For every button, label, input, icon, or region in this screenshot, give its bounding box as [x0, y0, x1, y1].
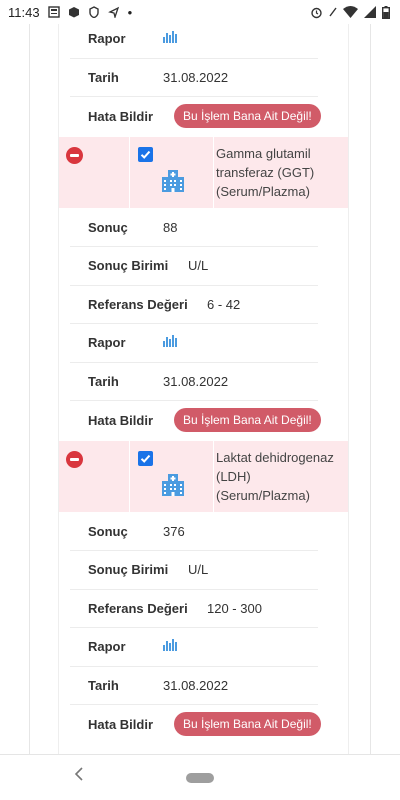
remove-icon[interactable] — [66, 146, 83, 164]
back-chevron-icon[interactable] — [74, 767, 84, 781]
sonuc-birimi-row: Sonuç Birimi U/L — [70, 247, 318, 286]
row-label: Tarih — [88, 373, 119, 389]
test-name-line: (Serum/Plazma) — [216, 183, 310, 199]
rapor-row: Rapor — [70, 24, 318, 59]
hata-bildir-row: Hata Bildir Bu İşlem Bana Ait Değil! — [70, 401, 321, 440]
hata-bildir-row: Hata Bildir Bu İşlem Bana Ait Değil! — [70, 97, 321, 136]
row-label: Hata Bildir — [88, 716, 154, 732]
signal-icon — [364, 6, 376, 18]
row-label: Referans Değeri — [88, 296, 188, 312]
hospital-building-icon — [162, 473, 184, 496]
vpn-icon — [88, 6, 99, 18]
unit-value: U/L — [188, 258, 209, 274]
news-icon — [47, 6, 60, 18]
results-page: Rapor Tarih 31.08.2022 Hata Bildir Bu İş… — [0, 24, 400, 754]
test-header-ggt: Gamma glutamil transferaz (GGT) (Serum/P… — [59, 136, 348, 208]
rapor-row: Rapor — [70, 628, 318, 667]
sonuc-row: Sonuç 376 — [70, 513, 318, 551]
battery-icon — [382, 5, 390, 19]
test-name-line: Laktat dehidrogenaz — [216, 449, 334, 465]
date-value: 31.08.2022 — [163, 69, 229, 85]
test-name-line: Gamma glutamil — [216, 145, 311, 161]
row-label: Sonuç — [88, 219, 128, 235]
home-pill[interactable] — [186, 773, 214, 783]
test-name: Gamma glutamil transferaz (GGT) (Serum/P… — [214, 137, 348, 208]
row-label: Sonuç Birimi — [88, 562, 169, 578]
row-label: Rapor — [88, 31, 126, 47]
date-value: 31.08.2022 — [163, 677, 229, 693]
alarm-icon — [311, 7, 322, 18]
data-saver-icon — [329, 7, 337, 17]
unit-value: U/L — [188, 562, 209, 578]
location-off-icon — [107, 6, 119, 18]
rapor-row: Rapor — [70, 324, 318, 363]
row-label: Rapor — [88, 639, 126, 655]
test-name: Laktat dehidrogenaz (LDH) (Serum/Plazma) — [214, 441, 348, 512]
remove-icon[interactable] — [66, 450, 83, 468]
results-list: Rapor Tarih 31.08.2022 Hata Bildir Bu İş… — [0, 24, 400, 744]
package-icon — [68, 7, 79, 18]
date-value: 31.08.2022 — [163, 373, 229, 389]
row-label: Hata Bildir — [88, 108, 154, 124]
test-name-line: (LDH) — [216, 468, 251, 484]
row-label: Sonuç — [88, 523, 128, 539]
referans-row: Referans Değeri 120 - 300 — [70, 590, 318, 628]
row-label: Sonuç Birimi — [88, 258, 169, 274]
row-label: Rapor — [88, 335, 126, 351]
row-label: Tarih — [88, 69, 119, 85]
tarih-row: Tarih 31.08.2022 — [70, 667, 318, 705]
tarih-row: Tarih 31.08.2022 — [70, 59, 318, 97]
result-value: 376 — [163, 523, 185, 539]
test-name-line: transferaz (GGT) — [216, 164, 315, 180]
test-name-line: (Serum/Plazma) — [216, 487, 310, 503]
referans-row: Referans Değeri 6 - 42 — [70, 286, 318, 324]
sonuc-birimi-row: Sonuç Birimi U/L — [70, 551, 318, 590]
test-header-ldh: Laktat dehidrogenaz (LDH) (Serum/Plazma) — [59, 440, 348, 512]
sonuc-row: Sonuç 88 — [70, 209, 318, 247]
row-label: Hata Bildir — [88, 412, 154, 428]
report-chart-icon[interactable] — [163, 639, 177, 654]
wifi-icon — [343, 6, 358, 18]
checkbox-checked-icon[interactable] — [138, 450, 153, 466]
checkbox-checked-icon[interactable] — [138, 146, 153, 162]
hata-bildir-row: Hata Bildir Bu İşlem Bana Ait Değil! — [70, 705, 321, 744]
tarih-row: Tarih 31.08.2022 — [70, 363, 318, 401]
report-error-button[interactable]: Bu İşlem Bana Ait Değil! — [174, 712, 321, 737]
report-error-button[interactable]: Bu İşlem Bana Ait Değil! — [174, 408, 321, 433]
hospital-building-icon — [162, 169, 184, 192]
report-chart-icon[interactable] — [163, 31, 177, 46]
report-chart-icon[interactable] — [163, 335, 177, 350]
status-time: 11:43 — [8, 4, 40, 20]
reference-value: 120 - 300 — [207, 600, 262, 616]
system-nav-bar — [0, 754, 400, 800]
row-label: Referans Değeri — [88, 600, 188, 616]
result-value: 88 — [163, 219, 178, 235]
status-bar: 11:43 • — [0, 0, 400, 24]
reference-value: 6 - 42 — [207, 296, 241, 312]
report-error-button[interactable]: Bu İşlem Bana Ait Değil! — [174, 104, 321, 129]
notification-dot: • — [127, 4, 133, 20]
row-label: Tarih — [88, 677, 119, 693]
